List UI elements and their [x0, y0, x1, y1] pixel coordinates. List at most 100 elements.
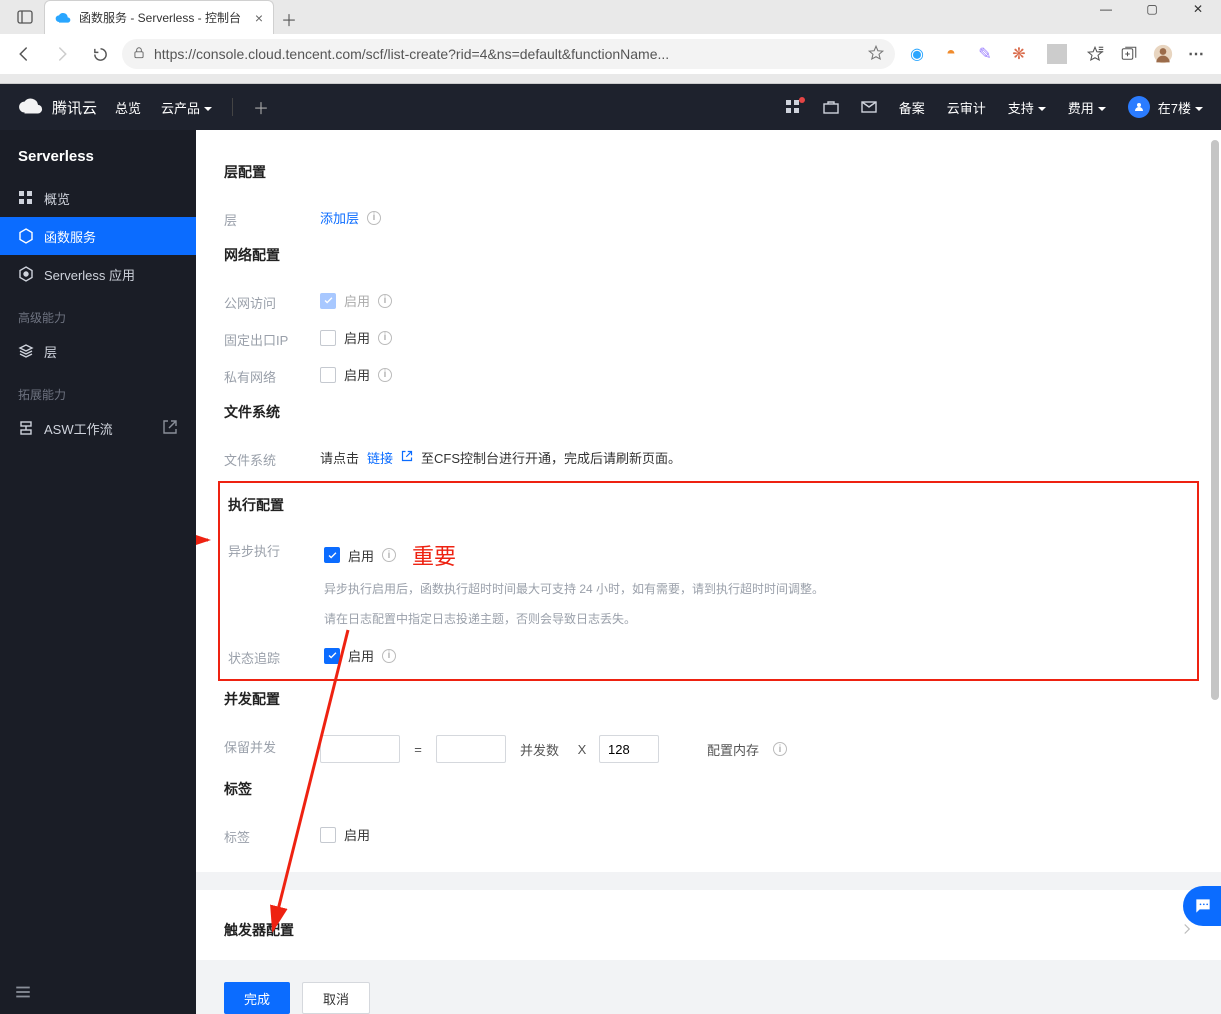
scrollbar[interactable]: [1207, 130, 1221, 1014]
info-icon[interactable]: i: [378, 368, 392, 382]
more-menu-icon[interactable]: ⋯: [1187, 44, 1207, 64]
section-filesystem: 文件系统: [224, 402, 1193, 422]
new-tab-button[interactable]: ＋: [274, 4, 304, 34]
nav-overview[interactable]: 总览: [115, 98, 141, 117]
sidebar-item-overview[interactable]: 概览: [0, 179, 196, 217]
sidebar-item-label: 概览: [44, 189, 70, 208]
ext-icon-1[interactable]: ◉: [907, 44, 927, 64]
external-link-icon: [401, 450, 413, 465]
add-layer-link[interactable]: 添加层: [320, 208, 359, 227]
label-filesystem: 文件系统: [224, 448, 304, 469]
times-sign: X: [573, 742, 591, 757]
info-icon[interactable]: i: [382, 548, 396, 562]
trace-checkbox[interactable]: [324, 648, 340, 664]
nav-forward-button[interactable]: [46, 38, 78, 70]
async-hint-2: 请在日志配置中指定日志投递主题，否则会导致日志丢失。: [324, 609, 636, 631]
nav-products[interactable]: 云产品: [161, 98, 212, 117]
browser-tab[interactable]: 函数服务 - Serverless - 控制台 ×: [44, 0, 274, 34]
nav-fee[interactable]: 费用: [1068, 98, 1106, 117]
sidebar-item-label: Serverless 应用: [44, 265, 135, 284]
info-icon[interactable]: i: [382, 649, 396, 663]
favorites-icon[interactable]: [1085, 44, 1105, 64]
info-icon[interactable]: i: [378, 294, 392, 308]
reserve-input-a[interactable]: [320, 735, 400, 763]
profile-avatar-icon[interactable]: [1153, 44, 1173, 64]
enable-text: 启用: [348, 646, 374, 665]
equals-sign: =: [408, 742, 428, 757]
sidebar-item-app[interactable]: Serverless 应用: [0, 255, 196, 293]
enable-text: 启用: [344, 365, 370, 384]
main-content: 层配置 层 添加层 i 网络配置 公网访问 启用 i: [196, 130, 1221, 1014]
address-bar: https://console.cloud.tencent.com/scf/li…: [0, 34, 1221, 74]
minimize-button[interactable]: ―: [1083, 0, 1129, 24]
label-vpc: 私有网络: [224, 365, 304, 386]
nav-support[interactable]: 支持: [1008, 98, 1046, 117]
toolbox-icon[interactable]: [823, 99, 839, 115]
window-controls: ― ▢ ✕: [1083, 0, 1221, 24]
tab-strip: 函数服务 - Serverless - 控制台 × ＋ ― ▢ ✕: [0, 0, 1221, 34]
sidebar-item-scf[interactable]: 函数服务: [0, 217, 196, 255]
row-trace: 状态追踪 启用 i: [224, 638, 1193, 675]
tab-title: 函数服务 - Serverless - 控制台: [79, 9, 247, 26]
done-button[interactable]: 完成: [224, 982, 290, 1014]
sidebar-item-label: ASW工作流: [44, 419, 113, 438]
favorite-star-icon[interactable]: [867, 44, 885, 65]
sidebar-product-title: Serverless: [0, 130, 196, 179]
nav-add-icon[interactable]: ＋: [253, 95, 269, 119]
ext-icon-3[interactable]: ✎: [975, 44, 995, 64]
row-reserve: 保留并发 = 并发数 X 配置内存 i: [224, 727, 1193, 771]
mail-icon[interactable]: [861, 99, 877, 115]
divider: [1047, 44, 1067, 64]
tab-actions-icon[interactable]: [6, 0, 44, 34]
nav-beian[interactable]: 备案: [899, 98, 925, 117]
form-card: 层配置 层 添加层 i 网络配置 公网访问 启用 i: [196, 130, 1221, 900]
reserve-input-b[interactable]: [436, 735, 506, 763]
label-fixedip: 固定出口IP: [224, 328, 304, 349]
nav-back-button[interactable]: [8, 38, 40, 70]
user-menu[interactable]: 在7楼: [1128, 96, 1203, 118]
brand[interactable]: 腾讯云: [18, 94, 97, 120]
label-async: 异步执行: [228, 539, 308, 560]
section-network-config: 网络配置: [224, 245, 1193, 265]
label-trace: 状态追踪: [228, 646, 308, 667]
conc-count-label: 并发数: [520, 740, 559, 759]
collections-icon[interactable]: [1119, 44, 1139, 64]
cancel-button[interactable]: 取消: [302, 982, 370, 1014]
fs-hint-post: 至CFS控制台进行开通，完成后请刷新页面。: [421, 448, 681, 467]
sidebar-group-ext: 拓展能力: [0, 370, 196, 409]
nav-audit[interactable]: 云审计: [947, 98, 986, 117]
maximize-button[interactable]: ▢: [1129, 0, 1175, 24]
tag-checkbox[interactable]: [320, 827, 336, 843]
row-layer: 层 添加层 i: [224, 200, 1193, 237]
async-checkbox[interactable]: [324, 547, 340, 563]
sidebar-item-layer[interactable]: 层: [0, 332, 196, 370]
conc-value-input[interactable]: [599, 735, 659, 763]
user-name: 在7楼: [1158, 98, 1203, 117]
info-icon[interactable]: i: [773, 742, 787, 756]
divider: [232, 98, 233, 116]
info-icon[interactable]: i: [378, 331, 392, 345]
sidebar: Serverless 概览 函数服务 Serverless 应用 高级能力 层 …: [0, 130, 196, 1014]
ext-icon-4[interactable]: ❋: [1009, 44, 1029, 64]
chevron-right-icon: [1181, 922, 1193, 938]
row-tags: 标签 启用: [224, 817, 1193, 854]
grid-apps-icon[interactable]: [785, 99, 801, 115]
trigger-config-row[interactable]: 触发器配置: [196, 900, 1221, 960]
label-tag: 标签: [224, 825, 304, 846]
user-avatar-icon: [1128, 96, 1150, 118]
vpc-checkbox[interactable]: [320, 367, 336, 383]
fs-hint-link[interactable]: 链接: [367, 448, 393, 467]
nav-right: 备案 云审计 支持 费用 在7楼: [785, 96, 1203, 118]
fixedip-checkbox[interactable]: [320, 330, 336, 346]
tab-close-icon[interactable]: ×: [255, 10, 263, 26]
url-box[interactable]: https://console.cloud.tencent.com/scf/li…: [122, 39, 895, 69]
exec-config-highlight-box: 执行配置 异步执行 启用 i 重要 异步执行启用后，函数执行超时时间最大可支持 …: [218, 481, 1199, 681]
sidebar-collapse-icon[interactable]: [14, 983, 32, 1004]
info-icon[interactable]: i: [367, 211, 381, 225]
sidebar-item-asw[interactable]: ASW工作流: [0, 409, 196, 447]
section-exec-config: 执行配置: [228, 495, 1193, 515]
reload-button[interactable]: [84, 38, 116, 70]
ext-icon-2[interactable]: ◓: [941, 44, 961, 64]
close-window-button[interactable]: ✕: [1175, 0, 1221, 24]
url-text: https://console.cloud.tencent.com/scf/li…: [154, 46, 859, 62]
